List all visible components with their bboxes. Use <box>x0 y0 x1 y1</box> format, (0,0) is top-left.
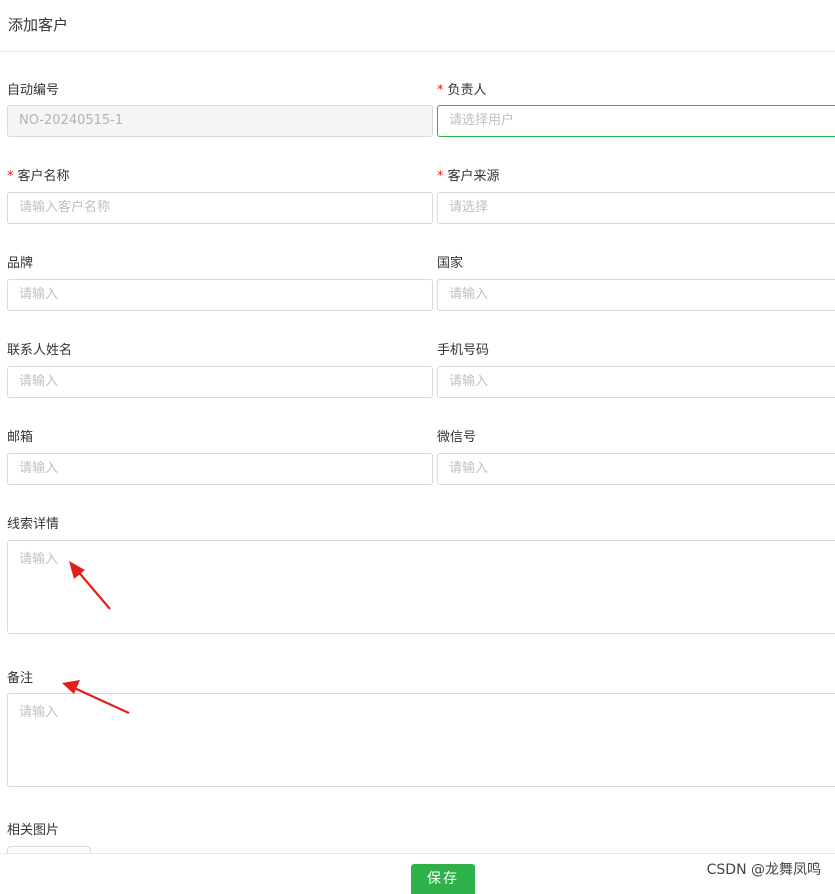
customer-name-label-text: 客户名称 <box>17 169 70 184</box>
mobile-label: 手机号码 <box>437 343 490 358</box>
owner-label-text: 负责人 <box>447 83 487 98</box>
auto-no-field: NO-20240515-1 <box>7 105 433 137</box>
remarks-label: 备注 <box>7 671 34 686</box>
lead-details-label: 线索详情 <box>7 517 60 532</box>
auto-no-label: 自动编号 <box>7 83 60 98</box>
save-button[interactable]: 保存 <box>411 864 475 894</box>
email-input[interactable]: 请输入 <box>7 453 433 485</box>
customer-source-label: * 客户来源 <box>437 165 500 184</box>
customer-name-label: * 客户名称 <box>7 165 70 184</box>
mobile-input[interactable]: 请输入 <box>437 366 835 398</box>
wechat-label: 微信号 <box>437 430 477 445</box>
page-title: 添加客户 <box>8 16 69 34</box>
owner-select[interactable]: 请选择用户 <box>437 105 835 137</box>
required-mark: * <box>437 169 444 184</box>
required-mark: * <box>437 83 444 98</box>
images-label: 相关图片 <box>7 823 60 838</box>
watermark: CSDN @龙舞凤鸣 <box>706 862 821 878</box>
contact-name-input[interactable]: 请输入 <box>7 366 433 398</box>
brand-input[interactable]: 请输入 <box>7 279 433 311</box>
customer-source-select[interactable]: 请选择 <box>437 192 835 224</box>
owner-label: * 负责人 <box>437 79 487 98</box>
customer-name-input[interactable]: 请输入客户名称 <box>7 192 433 224</box>
required-mark: * <box>7 169 14 184</box>
country-input[interactable]: 请输入 <box>437 279 835 311</box>
page-header: 添加客户 <box>0 0 835 52</box>
email-label: 邮箱 <box>7 430 34 445</box>
lead-details-textarea[interactable]: 请输入 <box>7 540 835 634</box>
wechat-input[interactable]: 请输入 <box>437 453 835 485</box>
remarks-textarea[interactable]: 请输入 <box>7 693 835 787</box>
contact-name-label: 联系人姓名 <box>7 343 73 358</box>
customer-source-label-text: 客户来源 <box>447 169 500 184</box>
country-label: 国家 <box>437 256 464 271</box>
brand-label: 品牌 <box>7 256 34 271</box>
